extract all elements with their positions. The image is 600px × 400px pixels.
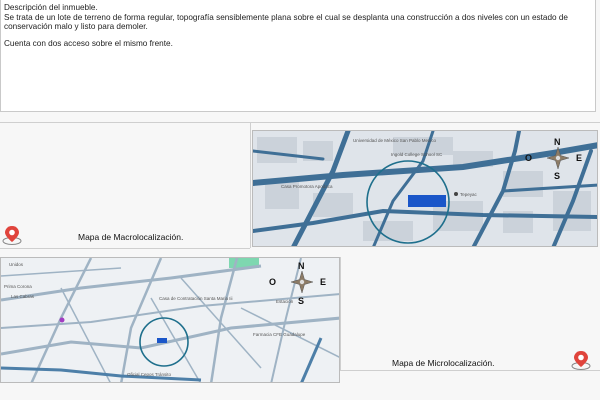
section-divider <box>340 257 341 370</box>
map-label: Casa de Contratación Santa Maria Iii <box>159 296 233 301</box>
section-divider <box>340 370 600 371</box>
section-divider <box>250 122 251 248</box>
map-label: Casa Promotora Apodaca <box>281 184 333 189</box>
map-label: Las Cabras <box>11 294 35 299</box>
compass-east: E <box>320 277 326 287</box>
section-divider <box>0 248 250 249</box>
map-label: Ingold College School SC <box>391 152 443 157</box>
compass-east: E <box>576 153 582 163</box>
property-marker <box>408 195 446 207</box>
map-label: Oficial Cepos Tránsito <box>127 372 172 377</box>
compass-north: N <box>298 261 305 271</box>
property-marker <box>157 338 167 343</box>
micro-location-map: Unidos Las Cabras Prima Corona Casa de C… <box>0 257 340 383</box>
compass-south: S <box>298 296 304 306</box>
compass-west: O <box>525 153 532 163</box>
description-title: Descripción del inmueble. <box>4 3 98 12</box>
compass-north: N <box>554 137 561 147</box>
compass-south: S <box>554 171 560 181</box>
description-paragraph-1: Se trata de un lote de terreno de forma … <box>4 12 568 32</box>
map-label: Estación <box>276 299 294 304</box>
description-paragraph-2: Cuenta con dos acceso sobre el mismo fre… <box>4 38 173 48</box>
map-pin-icon <box>571 351 591 370</box>
description-box: Descripción del inmueble. Se trata de un… <box>0 0 596 112</box>
compass-west: O <box>269 277 276 287</box>
map-label: Farmacia CFE Guadalupe <box>253 332 306 337</box>
macro-map-caption: Mapa de Macrolocalización. <box>78 232 184 242</box>
micro-map-caption: Mapa de Microlocalización. <box>392 358 495 368</box>
section-divider <box>0 122 600 123</box>
map-label: Unidos <box>9 262 24 267</box>
macro-location-map: Universidad de México San Pablo Mexico I… <box>252 130 598 247</box>
map-label: Prima Corona <box>4 284 32 289</box>
map-pin-icon <box>2 226 22 245</box>
map-label: Universidad de México San Pablo Mexico <box>353 138 437 143</box>
map-label: Tepeyac <box>460 192 478 197</box>
